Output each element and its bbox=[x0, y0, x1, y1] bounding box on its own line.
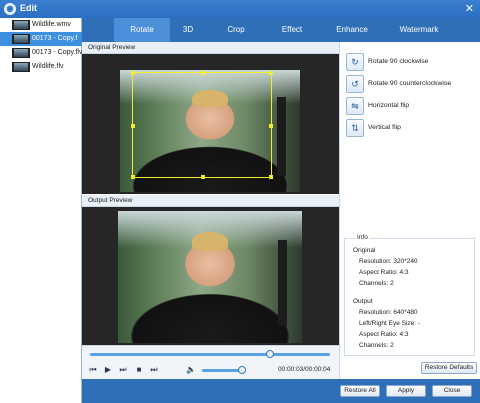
edit-tabs: Rotate 3D Crop Effect Enhance Watermark bbox=[82, 18, 480, 42]
volume-handle[interactable] bbox=[237, 366, 246, 374]
play-icon[interactable]: ▶ bbox=[103, 365, 113, 375]
output-heading: Output bbox=[353, 298, 373, 305]
crop-handle[interactable] bbox=[131, 124, 135, 128]
stop-icon[interactable]: ■ bbox=[134, 365, 144, 375]
close-button[interactable]: Close bbox=[432, 385, 472, 397]
tab-watermark[interactable]: Watermark bbox=[388, 18, 450, 42]
info-value: Aspect Ratio: 4:3 bbox=[359, 269, 409, 276]
crop-handle[interactable] bbox=[131, 71, 135, 75]
playback-controls: ⏮ ▶ ⏭ ■ ⏭ 🔈 00:00:03/00:00:04 bbox=[82, 345, 339, 379]
skip-end-icon[interactable]: ⏭ bbox=[149, 365, 159, 375]
original-preview-header: Original Preview bbox=[82, 42, 339, 54]
video-thumbnail bbox=[12, 34, 30, 44]
crop-handle[interactable] bbox=[131, 175, 135, 179]
seek-handle[interactable] bbox=[266, 350, 274, 358]
vertical-flip-option[interactable]: ⇅ Vertical flip bbox=[344, 118, 480, 138]
tab-crop[interactable]: Crop bbox=[218, 18, 254, 42]
info-value: Resolution: 640*480 bbox=[359, 309, 418, 316]
time-readout: 00:00:03/00:00:04 bbox=[278, 366, 331, 373]
video-thumbnail bbox=[12, 20, 30, 30]
horizontal-flip-icon[interactable]: ⇋ bbox=[346, 97, 364, 115]
bottom-bar: Restore All Apply Close bbox=[82, 379, 480, 403]
file-name: 00173 - Copy.f bbox=[32, 35, 78, 42]
apply-button[interactable]: Apply bbox=[386, 385, 426, 397]
close-icon[interactable]: ✕ bbox=[465, 2, 474, 15]
previous-frame-icon[interactable]: ⏮ bbox=[88, 365, 98, 375]
rotate-label: Rotate 90 clockwise bbox=[368, 58, 429, 65]
crop-handle[interactable] bbox=[269, 124, 273, 128]
crop-frame[interactable] bbox=[131, 71, 273, 179]
tab-rotate[interactable]: Rotate bbox=[114, 18, 170, 42]
crop-handle[interactable] bbox=[201, 175, 205, 179]
video-thumbnail bbox=[12, 48, 30, 58]
output-preview bbox=[82, 207, 339, 345]
file-name: Wildlife.flv bbox=[32, 63, 64, 70]
info-panel: Info Original Resolution: 320*240 Aspect… bbox=[344, 234, 475, 356]
video-thumbnail bbox=[12, 62, 30, 72]
info-value: Channels: 2 bbox=[359, 280, 394, 287]
restore-all-button[interactable]: Restore All bbox=[340, 385, 380, 397]
rotate-clockwise-icon[interactable]: ↻ bbox=[346, 53, 364, 71]
tab-3d[interactable]: 3D bbox=[170, 18, 206, 42]
tab-effect[interactable]: Effect bbox=[272, 18, 312, 42]
file-item[interactable]: Wildlife.wmv bbox=[0, 18, 82, 32]
restore-defaults-button[interactable]: Restore Defaults bbox=[421, 362, 477, 374]
file-list: Wildlife.wmv 00173 - Copy.f 00173 - Copy… bbox=[0, 18, 82, 403]
info-title: Info bbox=[355, 234, 370, 241]
file-name: 00173 - Copy.flv bbox=[32, 49, 83, 56]
window-title: Edit bbox=[20, 3, 37, 13]
rotate-counterclockwise-icon[interactable]: ↺ bbox=[346, 75, 364, 93]
rotate-label: Vertical flip bbox=[368, 124, 401, 131]
file-name: Wildlife.wmv bbox=[32, 21, 71, 28]
file-item-selected[interactable]: 00173 - Copy.f bbox=[0, 32, 82, 46]
info-value: Resolution: 320*240 bbox=[359, 258, 418, 265]
seek-slider[interactable] bbox=[90, 353, 330, 356]
vertical-flip-icon[interactable]: ⇅ bbox=[346, 119, 364, 137]
horizontal-flip-option[interactable]: ⇋ Horizontal flip bbox=[344, 96, 480, 116]
info-value: Left/Right Eye Size: - bbox=[359, 320, 421, 327]
crop-handle[interactable] bbox=[269, 71, 273, 75]
output-preview-header: Output Preview bbox=[82, 195, 339, 207]
title-bar: ◉ Edit ✕ bbox=[0, 0, 480, 18]
original-preview bbox=[82, 54, 339, 194]
rotate-counterclockwise-option[interactable]: ↺ Rotate 90 counterclockwise bbox=[344, 74, 480, 94]
crop-handle[interactable] bbox=[201, 71, 205, 75]
output-video-frame bbox=[118, 211, 302, 343]
volume-icon[interactable]: 🔈 bbox=[186, 365, 196, 375]
file-item[interactable]: Wildlife.flv bbox=[0, 60, 82, 74]
rotate-label: Rotate 90 counterclockwise bbox=[368, 80, 452, 87]
original-heading: Original bbox=[353, 247, 376, 254]
app-logo-icon: ◉ bbox=[4, 3, 16, 15]
next-frame-icon[interactable]: ⏭ bbox=[118, 365, 128, 375]
info-value: Aspect Ratio: 4:3 bbox=[359, 331, 409, 338]
rotate-label: Horizontal flip bbox=[368, 102, 410, 109]
tab-enhance[interactable]: Enhance bbox=[328, 18, 376, 42]
file-item[interactable]: 00173 - Copy.flv bbox=[0, 46, 82, 60]
rotate-panel: ↻ Rotate 90 clockwise ↺ Rotate 90 counte… bbox=[339, 42, 480, 379]
rotate-clockwise-option[interactable]: ↻ Rotate 90 clockwise bbox=[344, 52, 480, 72]
crop-handle[interactable] bbox=[269, 175, 273, 179]
info-value: Channels: 2 bbox=[359, 342, 394, 349]
